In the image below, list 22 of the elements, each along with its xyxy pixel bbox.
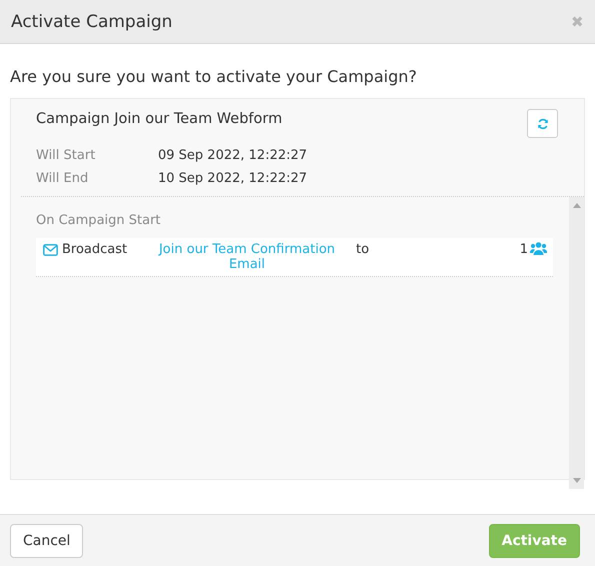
refresh-button[interactable]	[527, 109, 558, 138]
action-type: Broadcast	[62, 242, 128, 257]
envelope-icon	[43, 244, 58, 256]
cancel-button[interactable]: Cancel	[10, 524, 84, 558]
confirmation-question: Are you sure you want to activate your Campaign?	[10, 67, 418, 86]
field-value: 09 Sep 2022, 12:22:27	[158, 148, 308, 163]
email-link[interactable]: Join our Team Confirmation Email	[148, 242, 346, 272]
users-icon	[530, 242, 547, 255]
window-title: Activate Campaign	[11, 12, 172, 32]
field-value: 10 Sep 2022, 12:22:27	[158, 171, 308, 186]
scrollbar[interactable]	[569, 197, 584, 489]
field-label: Will Start	[36, 148, 96, 163]
recipient-count: 1	[520, 242, 528, 257]
section-title: On Campaign Start	[36, 213, 162, 228]
refresh-icon	[536, 118, 548, 130]
close-button[interactable]: ✖	[571, 12, 584, 30]
field-label: Will End	[36, 171, 90, 186]
action-target: to	[356, 242, 370, 257]
scroll-up-icon[interactable]	[572, 203, 580, 208]
scroll-down-icon[interactable]	[572, 478, 580, 483]
campaign-title: Campaign Join our Team Webform	[36, 111, 282, 127]
activate-button[interactable]: Activate	[488, 524, 580, 558]
